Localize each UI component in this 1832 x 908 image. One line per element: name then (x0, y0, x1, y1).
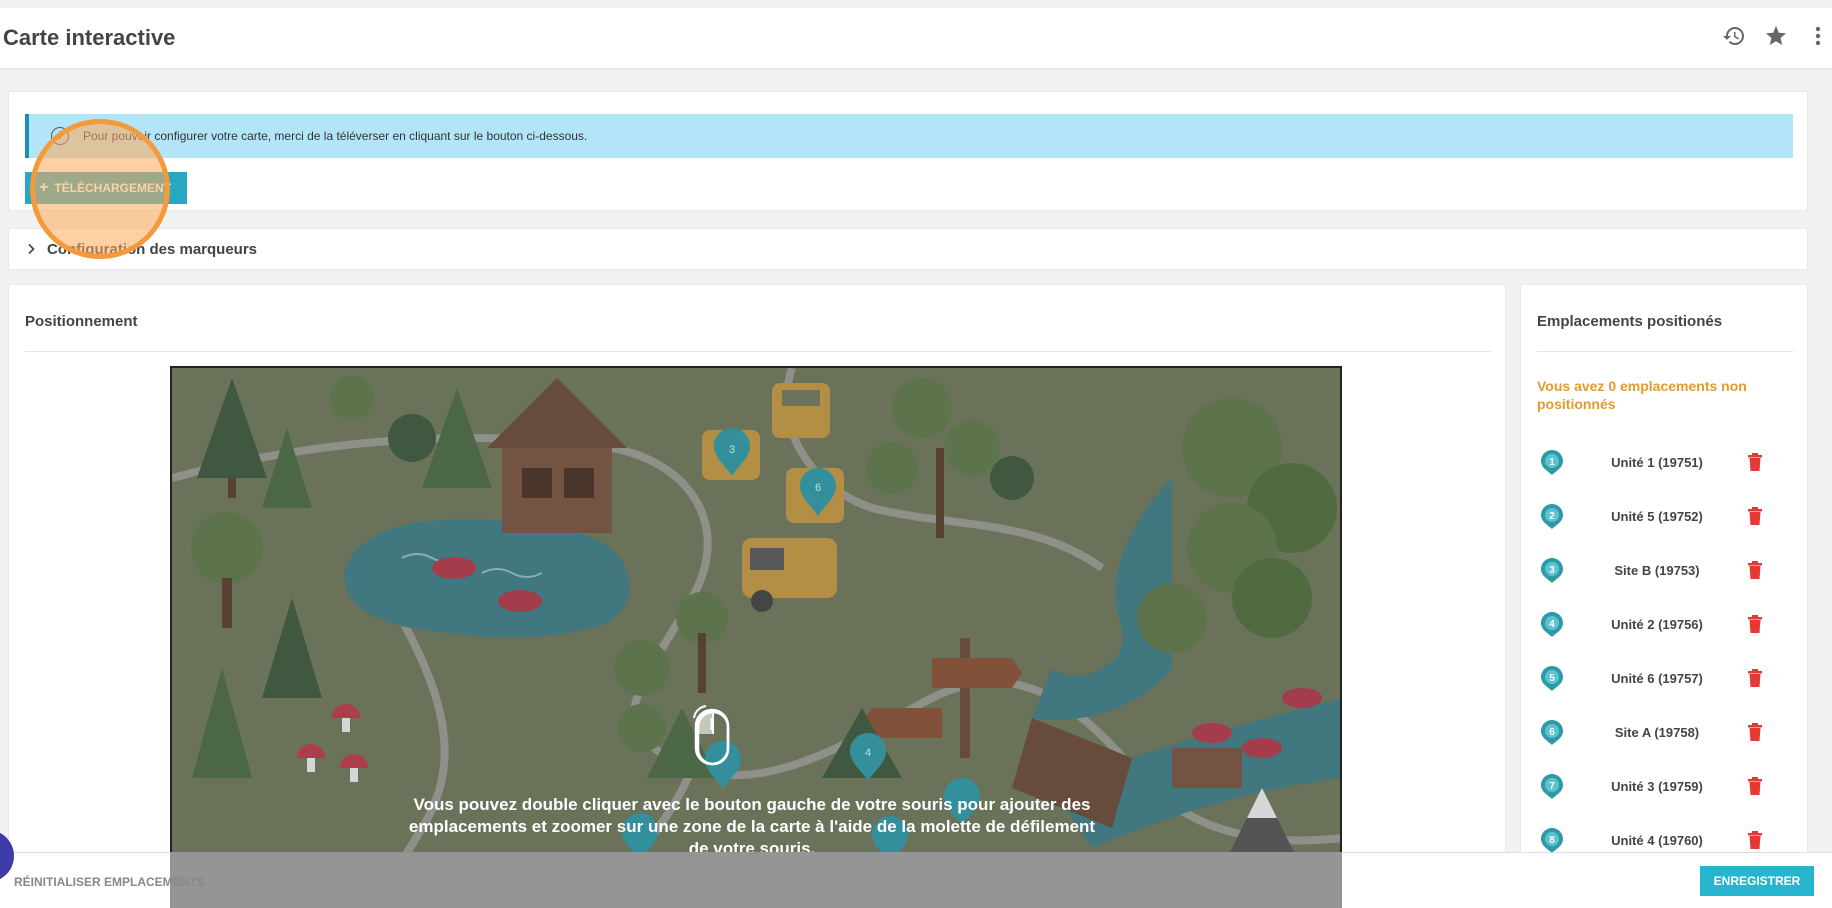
more-vertical-icon[interactable] (1804, 22, 1832, 50)
mouse-scroll-icon (694, 708, 730, 766)
location-row: 7 Unité 3 (19759) (1537, 759, 1787, 813)
info-icon: ! (51, 127, 69, 145)
delete-icon[interactable] (1747, 453, 1763, 471)
location-name: Unité 5 (19752) (1611, 508, 1703, 524)
location-pin-icon: 4 (1541, 612, 1563, 637)
map-instruction: Vous pouvez double cliquer avec le bouto… (408, 795, 1096, 858)
location-name: Unité 1 (19751) (1611, 454, 1703, 470)
location-row: 2 Unité 5 (19752) (1537, 489, 1787, 543)
positioning-title: Positionnement (25, 313, 138, 330)
delete-icon[interactable] (1747, 723, 1763, 741)
markers-config-toggle[interactable]: Configuration des marqueurs (9, 229, 1807, 269)
interactive-map[interactable]: 3 6 4 Vous pouvez double cliquer avec le… (170, 366, 1342, 908)
star-icon[interactable] (1762, 22, 1790, 50)
svg-text:1: 1 (1549, 457, 1555, 468)
location-pin-icon: 8 (1541, 828, 1563, 853)
svg-text:6: 6 (1549, 727, 1555, 738)
location-row: 5 Unité 6 (19757) (1537, 651, 1787, 705)
location-pin-icon: 5 (1541, 666, 1563, 691)
delete-icon[interactable] (1747, 831, 1763, 849)
location-name: Unité 6 (19757) (1611, 670, 1703, 686)
location-pin-icon: 7 (1541, 774, 1563, 799)
delete-icon[interactable] (1747, 669, 1763, 687)
locations-divider (1537, 351, 1793, 352)
top-spacer (0, 0, 1832, 8)
location-row: 1 Unité 1 (19751) (1537, 435, 1787, 489)
svg-text:4: 4 (1549, 619, 1555, 630)
svg-text:3: 3 (1549, 565, 1555, 576)
reset-locations-button[interactable]: RÉINITIALISER EMPLACEMENTS (14, 875, 205, 889)
location-row: 3 Site B (19753) (1537, 543, 1787, 597)
plus-icon: + (39, 179, 49, 196)
positioning-divider (25, 351, 1491, 352)
markers-config-card: Configuration des marqueurs (8, 228, 1808, 270)
locations-list: 1 Unité 1 (19751) 2 Unité 5 (19752) 3 Site B … (1537, 435, 1787, 867)
location-name: Unité 2 (19756) (1611, 616, 1703, 632)
location-name: Unité 3 (19759) (1611, 778, 1703, 794)
page-title: Carte interactive (3, 25, 176, 50)
upload-card: ! Pour pouvoir configurer votre carte, m… (8, 91, 1808, 211)
location-name: Site B (19753) (1614, 562, 1700, 578)
location-name: Site A (19758) (1614, 724, 1700, 740)
save-button[interactable]: ENREGISTRER (1700, 866, 1814, 896)
chevron-right-icon (28, 243, 35, 255)
svg-text:8: 8 (1549, 835, 1555, 846)
info-alert: ! Pour pouvoir configurer votre carte, m… (25, 114, 1793, 158)
page-header: Carte interactive (0, 8, 1832, 68)
unpositioned-notice: Vous avez 0 emplacements non positionnés (1537, 378, 1747, 412)
history-icon[interactable] (1720, 22, 1748, 50)
locations-card: Emplacements positionés Vous avez 0 empl… (1520, 284, 1808, 908)
location-name: Unité 4 (19760) (1611, 832, 1703, 848)
footer-overlay (170, 852, 1342, 908)
delete-icon[interactable] (1747, 561, 1763, 579)
header-actions (1720, 22, 1832, 50)
location-pin-icon: 6 (1541, 720, 1563, 745)
location-row: 6 Site A (19758) (1537, 705, 1787, 759)
svg-text:5: 5 (1549, 673, 1555, 684)
location-row: 4 Unité 2 (19756) (1537, 597, 1787, 651)
delete-icon[interactable] (1747, 615, 1763, 633)
location-pin-icon: 3 (1541, 558, 1563, 583)
delete-icon[interactable] (1747, 507, 1763, 525)
locations-title: Emplacements positionés (1537, 313, 1723, 330)
upload-button[interactable]: + TÉLÉCHARGEMENT (25, 172, 187, 204)
alert-text: Pour pouvoir configurer votre carte, mer… (83, 129, 588, 143)
upload-button-label: TÉLÉCHARGEMENT (54, 181, 172, 195)
location-pin-icon: 1 (1541, 450, 1563, 475)
svg-text:2: 2 (1549, 511, 1555, 522)
delete-icon[interactable] (1747, 777, 1763, 795)
location-pin-icon: 2 (1541, 504, 1563, 529)
markers-config-label: Configuration des marqueurs (47, 240, 258, 258)
svg-text:7: 7 (1549, 781, 1555, 792)
